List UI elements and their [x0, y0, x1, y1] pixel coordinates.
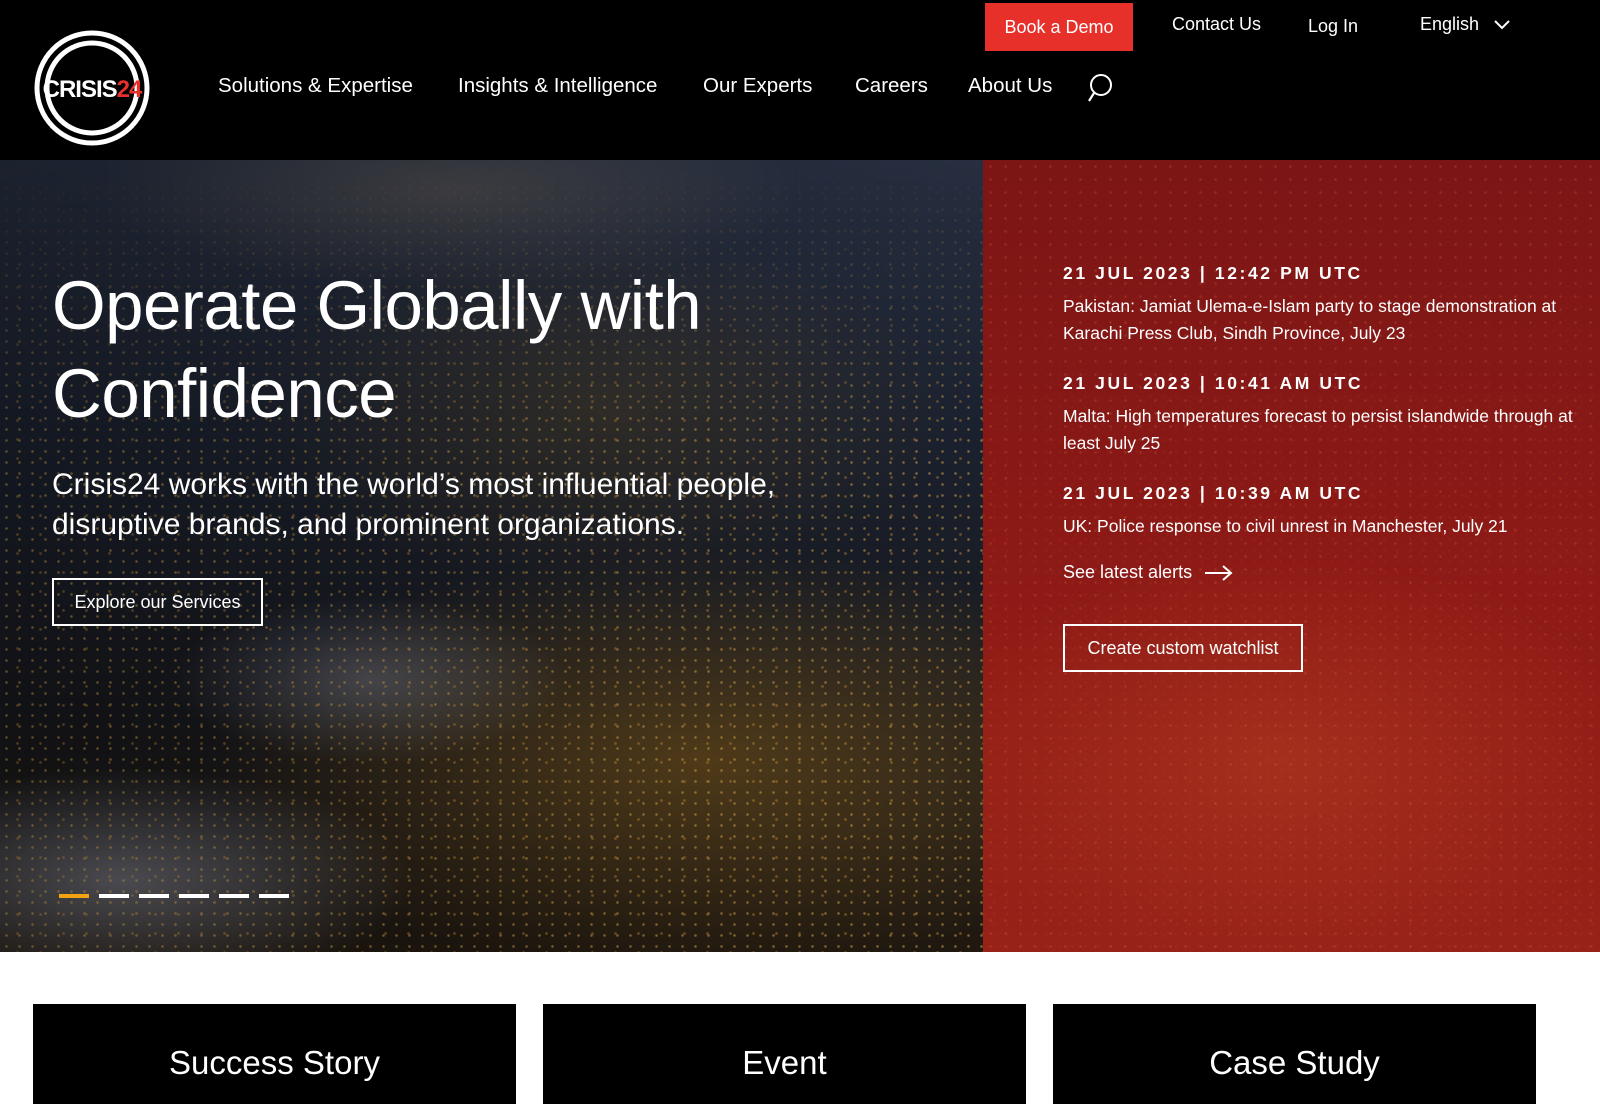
alert-text[interactable]: Pakistan: Jamiat Ulema-e-Islam party to … — [1063, 293, 1598, 347]
nav-item-insights[interactable]: Insights & Intelligence — [458, 74, 657, 98]
carousel-dot-3[interactable] — [139, 894, 169, 898]
hero-subtitle: Crisis24 works with the world’s most inf… — [52, 468, 776, 541]
card-event[interactable]: Event — [543, 1004, 1026, 1104]
utility-bar: Book a Demo Contact Us Log In English — [0, 0, 1600, 52]
carousel-dot-4[interactable] — [179, 894, 209, 898]
logo-text-accent: 24 — [117, 76, 143, 103]
alert-text[interactable]: Malta: High temperatures forecast to per… — [1063, 403, 1598, 457]
svg-text:CRISIS24: CRISIS24 — [43, 76, 143, 103]
book-demo-button[interactable]: Book a Demo — [985, 3, 1133, 51]
alert-date: 21 JUL 2023 | 10:41 AM UTC — [1063, 373, 1364, 393]
alert-item[interactable]: 21 JUL 2023 | 10:39 AM UTC UK: Police re… — [1063, 483, 1598, 540]
content-cards: Success Story Event Case Study — [0, 952, 1600, 1104]
carousel-indicators — [59, 894, 289, 900]
search-button[interactable] — [1086, 72, 1114, 104]
carousel-dot-5[interactable] — [219, 894, 249, 898]
nav-item-experts[interactable]: Our Experts — [703, 74, 812, 98]
alert-date: 21 JUL 2023 | 10:39 AM UTC — [1063, 483, 1364, 503]
see-latest-label: See latest alerts — [1063, 562, 1193, 582]
language-label: English — [1420, 14, 1480, 34]
see-latest-alerts-link[interactable]: See latest alerts — [1063, 562, 1234, 583]
hero-title: Operate Globally with Confidence — [52, 267, 702, 432]
search-icon — [1088, 74, 1112, 102]
carousel-dot-1[interactable] — [59, 894, 89, 898]
arrow-right-icon — [1205, 564, 1233, 581]
alert-item[interactable]: 21 JUL 2023 | 10:41 AM UTC Malta: High t… — [1063, 373, 1598, 457]
carousel-dot-2[interactable] — [99, 894, 129, 898]
alert-text[interactable]: UK: Police response to civil unrest in M… — [1063, 513, 1598, 540]
nav-item-careers[interactable]: Careers — [855, 74, 928, 98]
alert-date: 21 JUL 2023 | 12:42 PM UTC — [1063, 263, 1363, 283]
explore-services-button[interactable]: Explore our Services — [52, 578, 263, 626]
contact-us-link[interactable]: Contact Us — [1172, 14, 1261, 35]
chevron-down-icon — [1494, 19, 1510, 29]
card-success-story[interactable]: Success Story — [33, 1004, 516, 1104]
nav-item-solutions[interactable]: Solutions & Expertise — [218, 74, 413, 98]
alert-item[interactable]: 21 JUL 2023 | 12:42 PM UTC Pakistan: Jam… — [1063, 263, 1598, 347]
card-case-study[interactable]: Case Study — [1053, 1004, 1536, 1104]
alerts-panel: 21 JUL 2023 | 12:42 PM UTC Pakistan: Jam… — [983, 160, 1600, 952]
log-in-link[interactable]: Log In — [1308, 16, 1358, 37]
hero-section: Operate Globally with Confidence Crisis2… — [0, 160, 1600, 952]
nav-item-about[interactable]: About Us — [968, 74, 1052, 98]
carousel-dot-6[interactable] — [259, 894, 289, 898]
logo-text-main: CRISIS — [43, 76, 118, 103]
language-selector[interactable]: English — [1420, 14, 1511, 35]
create-watchlist-button[interactable]: Create custom watchlist — [1063, 624, 1303, 672]
site-header: CRISIS24 Book a Demo Contact Us Log In E… — [0, 0, 1600, 160]
